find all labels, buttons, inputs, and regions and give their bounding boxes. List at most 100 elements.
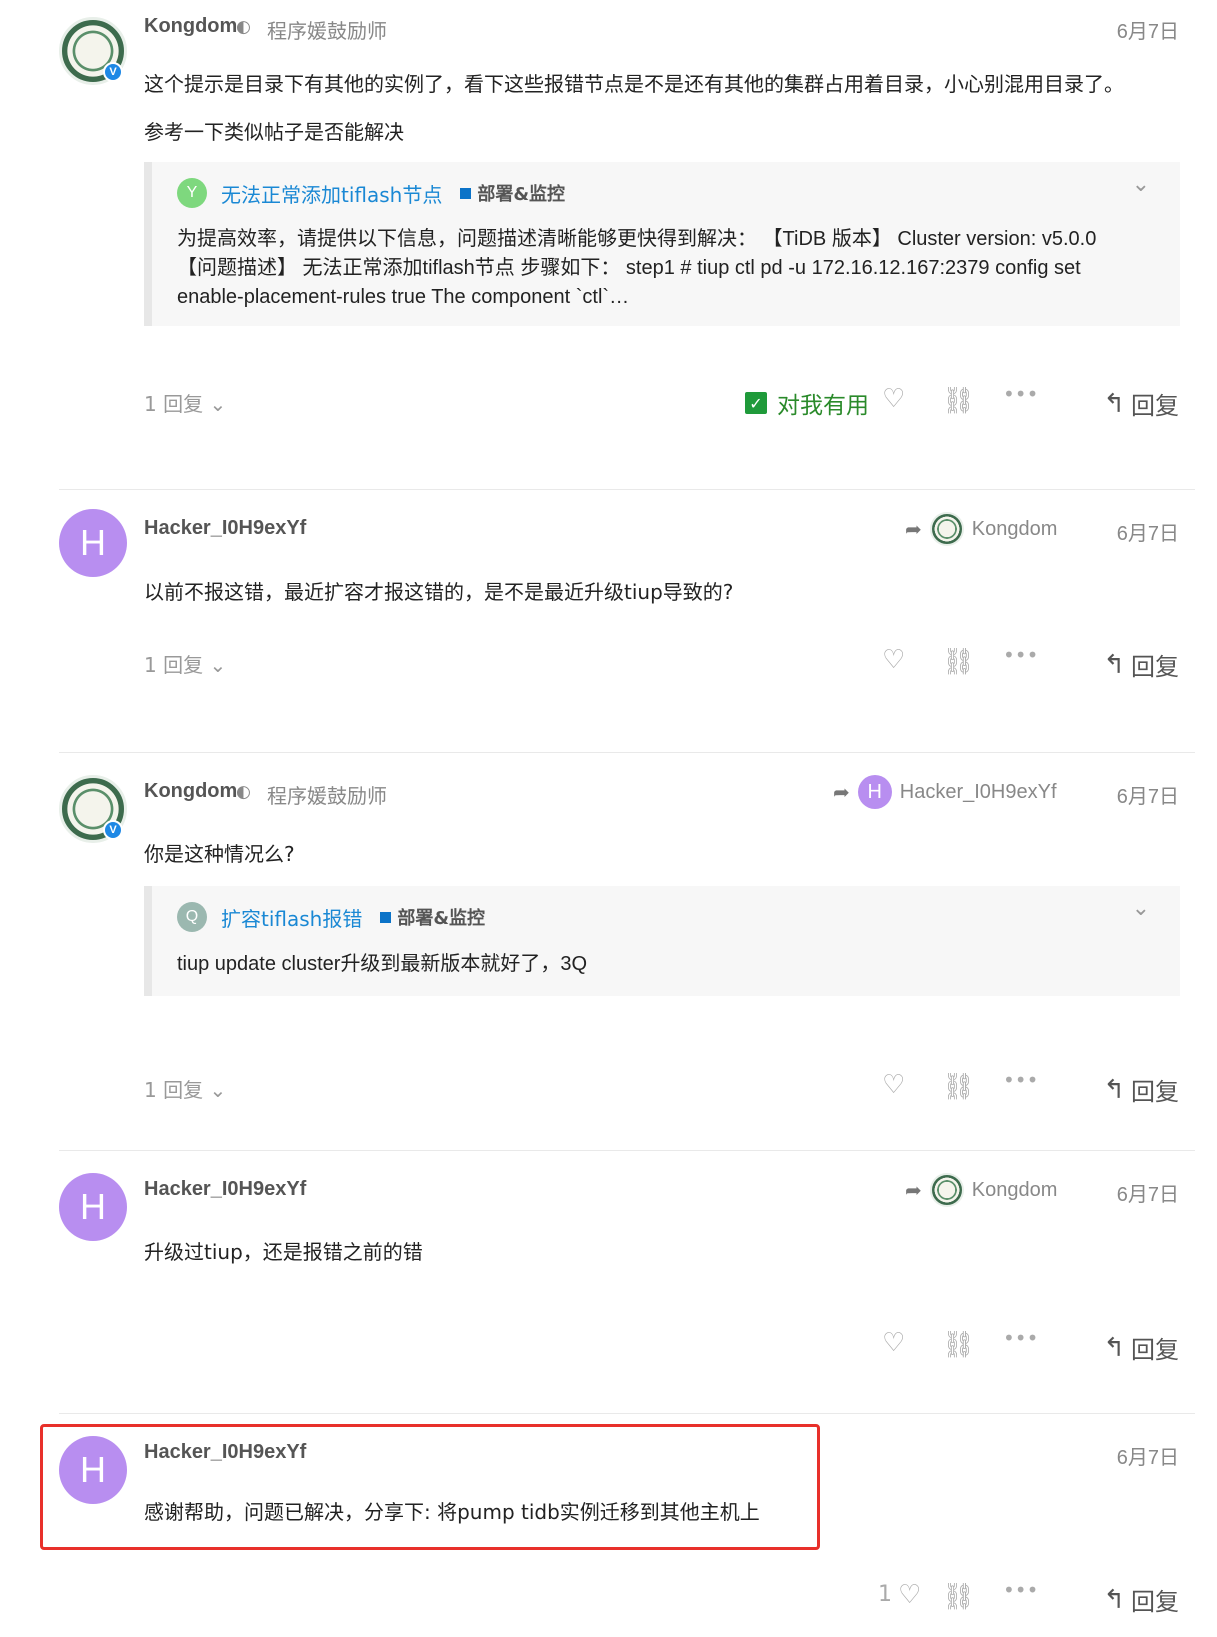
post-actions: 1 回复 ⌄ ♡ ⛓ ••• ↰ 回复 <box>0 643 1217 685</box>
post-date[interactable]: 6月7日 <box>1117 780 1179 809</box>
quote-title[interactable]: Y 无法正常添加tiflash节点 部署&监控 <box>177 178 565 208</box>
useful-label: 对我有用 <box>777 393 869 419</box>
chevron-down-icon: ⌄ <box>209 1078 227 1102</box>
reply-to[interactable]: ➦ Kongdom <box>905 512 1057 546</box>
quote-topic-link[interactable]: 无法正常添加tiflash节点 <box>221 179 442 208</box>
username[interactable]: Hacker_I0H9exYf <box>144 517 306 540</box>
reply-to-avatar <box>929 512 964 546</box>
avatar[interactable]: H <box>59 1436 127 1504</box>
reply-button[interactable]: ↰ 回复 <box>1103 1582 1179 1617</box>
reply-to-username: Hacker_I0H9exYf <box>899 780 1057 803</box>
chevron-down-icon[interactable]: ⌄ <box>1132 172 1150 197</box>
post-divider <box>59 1150 1195 1151</box>
reply-arrow-icon: ↰ <box>1103 1074 1125 1105</box>
reply-button[interactable]: ↰ 回复 <box>1103 647 1179 682</box>
post-text: 参考一下类似帖子是否能解决 <box>144 120 404 144</box>
reply-to-avatar <box>929 1173 964 1207</box>
verified-badge-icon: V <box>103 820 123 840</box>
reply-arrow-icon: ↰ <box>1103 1332 1125 1363</box>
quote-excerpt: tiup update cluster升级到最新版本就好了，3Q <box>177 953 588 975</box>
quote-avatar: Y <box>177 178 207 208</box>
heart-icon[interactable]: ♡ <box>882 645 905 675</box>
category-label[interactable]: 部署&监控 <box>477 180 565 206</box>
post-divider <box>59 489 1195 490</box>
reply-to-username: Kongdom <box>971 517 1058 540</box>
user-title: 程序媛鼓励师 <box>267 784 387 808</box>
replies-toggle[interactable]: 1 回复 ⌄ <box>144 1074 226 1103</box>
link-icon[interactable]: ⛓ <box>942 647 975 677</box>
quote-excerpt: 为提高效率，请提供以下信息，问题描述清晰能够更快得到解决： 【TiDB 版本】 … <box>177 228 1097 308</box>
reply-arrow-icon: ↰ <box>1103 649 1125 680</box>
quote-block: Q 扩容tiflash报错 部署&监控 ⌄ tiup update cluste… <box>144 886 1180 996</box>
replies-count: 1 回复 <box>144 392 204 416</box>
post-text: 感谢帮助，问题已解决，分享下: 将pump tidb实例迁移到其他主机上 <box>144 1500 760 1524</box>
quote-title[interactable]: Q 扩容tiflash报错 部署&监控 <box>177 902 485 932</box>
post-date[interactable]: 6月7日 <box>1117 1178 1179 1207</box>
category-label[interactable]: 部署&监控 <box>397 904 485 930</box>
username[interactable]: Hacker_I0H9exYf <box>144 1178 306 1201</box>
post-date[interactable]: 6月7日 <box>1117 517 1179 546</box>
heart-icon[interactable]: ♡ <box>898 1580 921 1610</box>
more-icon[interactable]: ••• <box>1003 382 1038 406</box>
reply-label: 回复 <box>1131 653 1179 681</box>
more-icon[interactable]: ••• <box>1003 1578 1038 1602</box>
reply-button[interactable]: ↰ 回复 <box>1103 1330 1179 1365</box>
category-color-icon <box>460 187 472 199</box>
username[interactable]: Hacker_I0H9exYf <box>144 1441 306 1464</box>
more-icon[interactable]: ••• <box>1003 1326 1038 1350</box>
more-icon[interactable]: ••• <box>1003 1068 1038 1092</box>
heart-icon[interactable]: ♡ <box>882 1070 905 1100</box>
verified-badge-icon: V <box>103 62 123 82</box>
user-title: 程序媛鼓励师 <box>267 19 387 43</box>
post-actions: 1 ♡ ⛓ ••• ↰ 回复 <box>0 1578 1217 1620</box>
replies-count: 1 回复 <box>144 1078 204 1102</box>
quote-topic-link[interactable]: 扩容tiflash报错 <box>221 903 362 932</box>
post-divider <box>59 752 1195 753</box>
reply-arrow-icon: ↰ <box>1103 1584 1125 1615</box>
post-text: 升级过tiup，还是报错之前的错 <box>144 1240 423 1264</box>
share-arrow-icon: ➦ <box>905 1179 922 1202</box>
avatar[interactable]: H <box>59 509 127 577</box>
quote-avatar: Q <box>177 902 207 932</box>
username[interactable]: Kongdom <box>144 15 237 38</box>
reply-button[interactable]: ↰ 回复 <box>1103 386 1179 421</box>
category-color-icon <box>380 911 392 923</box>
checkbox-checked-icon: ✓ <box>745 392 767 414</box>
like-count[interactable]: 1 <box>878 1582 892 1607</box>
reply-to[interactable]: ➦ Kongdom <box>905 1173 1057 1207</box>
replies-toggle[interactable]: 1 回复 ⌄ <box>144 649 226 678</box>
useful-button[interactable]: ✓ 对我有用 <box>745 386 869 420</box>
share-arrow-icon: ➦ <box>905 518 922 541</box>
reply-to-username: Kongdom <box>971 1178 1058 1201</box>
chevron-down-icon[interactable]: ⌄ <box>1132 896 1150 921</box>
shield-icon: ◐ <box>236 782 251 802</box>
replies-count: 1 回复 <box>144 653 204 677</box>
heart-icon[interactable]: ♡ <box>882 1328 905 1358</box>
replies-toggle[interactable]: 1 回复 ⌄ <box>144 388 226 417</box>
reply-label: 回复 <box>1131 1336 1179 1364</box>
post-date[interactable]: 6月7日 <box>1117 1441 1179 1470</box>
link-icon[interactable]: ⛓ <box>942 386 975 416</box>
reply-label: 回复 <box>1131 1078 1179 1106</box>
post-date[interactable]: 6月7日 <box>1117 15 1179 44</box>
username[interactable]: Kongdom <box>144 780 237 803</box>
link-icon[interactable]: ⛓ <box>942 1072 975 1102</box>
reply-to-avatar: H <box>857 775 892 809</box>
post-actions: 1 回复 ⌄ ♡ ⛓ ••• ↰ 回复 <box>0 1068 1217 1110</box>
share-arrow-icon: ➦ <box>833 781 850 804</box>
link-icon[interactable]: ⛓ <box>942 1582 975 1612</box>
more-icon[interactable]: ••• <box>1003 643 1038 667</box>
reply-button[interactable]: ↰ 回复 <box>1103 1072 1179 1107</box>
heart-icon[interactable]: ♡ <box>882 384 905 414</box>
link-icon[interactable]: ⛓ <box>942 1330 975 1360</box>
post-actions: 1 回复 ⌄ ✓ 对我有用 ♡ ⛓ ••• ↰ 回复 <box>0 382 1217 424</box>
post-divider <box>59 1413 1195 1414</box>
reply-label: 回复 <box>1131 392 1179 420</box>
reply-arrow-icon: ↰ <box>1103 388 1125 419</box>
shield-icon: ◐ <box>236 17 251 37</box>
post-text: 以前不报这错，最近扩容才报这错的，是不是最近升级tiup导致的? <box>144 580 734 604</box>
reply-label: 回复 <box>1131 1588 1179 1616</box>
avatar[interactable]: H <box>59 1173 127 1241</box>
reply-to[interactable]: ➦ H Hacker_I0H9exYf <box>833 775 1057 809</box>
quote-block: Y 无法正常添加tiflash节点 部署&监控 ⌄ 为提高效率，请提供以下信息，… <box>144 162 1180 326</box>
